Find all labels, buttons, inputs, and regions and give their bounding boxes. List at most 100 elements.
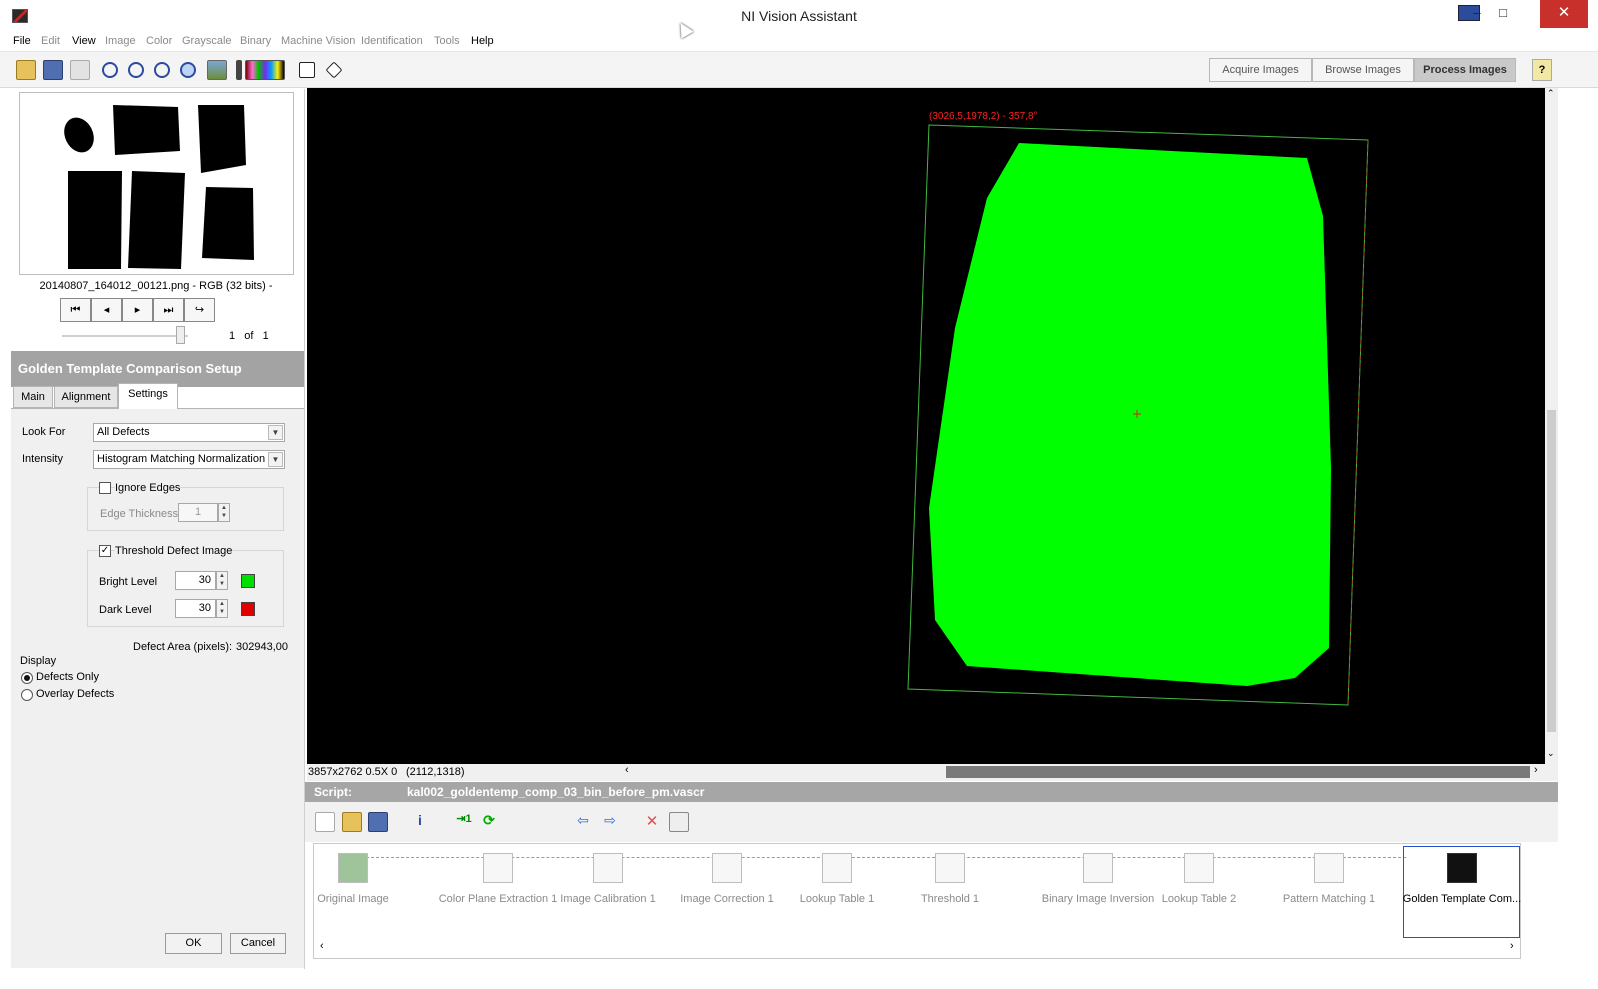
zoom-out-icon[interactable] bbox=[128, 62, 144, 78]
menu-edit[interactable]: Edit bbox=[41, 35, 60, 47]
forward-arrow-icon[interactable]: ⇨ bbox=[600, 812, 620, 832]
run-once-icon[interactable]: ⇥1 bbox=[451, 812, 477, 832]
image-canvas bbox=[907, 124, 1369, 706]
image-slider[interactable] bbox=[62, 335, 188, 337]
step-lookup-table-2[interactable]: Lookup Table 2 bbox=[1138, 853, 1260, 905]
previous-image-button[interactable]: ◂ bbox=[91, 298, 122, 322]
look-for-select[interactable]: All Defects ▼ bbox=[93, 423, 285, 442]
defects-only-radio[interactable] bbox=[21, 672, 33, 684]
menu-file[interactable]: File bbox=[13, 35, 31, 47]
ignore-edges-checkbox[interactable] bbox=[99, 482, 111, 494]
process-images-button[interactable]: Process Images bbox=[1414, 58, 1516, 82]
tab-alignment[interactable]: Alignment bbox=[54, 386, 118, 408]
report-icon[interactable] bbox=[669, 812, 689, 832]
new-script-icon[interactable] bbox=[315, 812, 335, 832]
dark-level-stepper[interactable]: ▲ ▼ bbox=[216, 599, 228, 618]
menu-machine-vision[interactable]: Machine Vision bbox=[281, 35, 355, 47]
menu-tools[interactable]: Tools bbox=[434, 35, 460, 47]
rectangle-roi-icon[interactable] bbox=[299, 62, 315, 78]
bright-level-stepper[interactable]: ▲ ▼ bbox=[216, 571, 228, 590]
send-image-button[interactable]: ↪ bbox=[184, 298, 215, 322]
step-label: Image Correction 1 bbox=[680, 893, 774, 905]
palette-arrows-icon[interactable] bbox=[236, 60, 242, 80]
steps-scroll-left-icon[interactable]: ‹ bbox=[320, 940, 324, 952]
step-golden-template[interactable]: Golden Template Com... bbox=[1401, 853, 1523, 905]
calibration-icon bbox=[593, 853, 623, 883]
save-script-icon[interactable] bbox=[368, 812, 388, 832]
open-image-icon[interactable] bbox=[16, 60, 36, 80]
zoom-1-1-icon[interactable] bbox=[154, 62, 170, 78]
page-of: of bbox=[244, 330, 254, 342]
step-image-calibration[interactable]: Image Calibration 1 bbox=[547, 853, 669, 905]
defect-blob bbox=[929, 143, 1331, 686]
menu-identification[interactable]: Identification bbox=[361, 35, 423, 47]
back-arrow-icon[interactable]: ⇦ bbox=[573, 812, 593, 832]
step-label: Golden Template Com... bbox=[1402, 893, 1522, 905]
save-image-icon[interactable] bbox=[43, 60, 63, 80]
golden-template-icon bbox=[1447, 853, 1477, 883]
ok-button[interactable]: OK bbox=[165, 933, 222, 954]
dark-level-input[interactable]: 30 bbox=[175, 599, 216, 618]
run-continuous-icon[interactable]: ⟳ bbox=[479, 812, 499, 832]
defect-area-value: 302943,00 bbox=[236, 641, 288, 653]
first-image-button[interactable]: ⏮ bbox=[60, 298, 91, 322]
zoom-in-icon[interactable] bbox=[102, 62, 118, 78]
help-icon[interactable]: ? bbox=[1532, 59, 1552, 81]
intensity-select[interactable]: Histogram Matching Normalization ▼ bbox=[93, 450, 285, 469]
info-icon[interactable]: i bbox=[410, 812, 430, 832]
open-script-icon[interactable] bbox=[342, 812, 362, 832]
pattern-matching-icon bbox=[1314, 853, 1344, 883]
dark-color-swatch[interactable] bbox=[241, 602, 255, 616]
print-icon[interactable] bbox=[70, 60, 90, 80]
edge-thickness-input[interactable]: 1 bbox=[178, 503, 218, 522]
scroll-left-icon[interactable]: ‹ bbox=[625, 764, 629, 776]
image-view-icon[interactable] bbox=[207, 60, 227, 80]
step-label: Lookup Table 2 bbox=[1161, 893, 1237, 905]
last-image-button[interactable]: ⏭ bbox=[153, 298, 184, 322]
zoom-fit-icon[interactable] bbox=[180, 62, 196, 78]
next-image-button[interactable]: ▸ bbox=[122, 298, 153, 322]
threshold-defect-checkbox[interactable]: ✓ bbox=[99, 545, 111, 557]
menu-binary[interactable]: Binary bbox=[240, 35, 271, 47]
maximize-button[interactable]: □ bbox=[1486, 0, 1520, 28]
step-image-correction[interactable]: Image Correction 1 bbox=[666, 853, 788, 905]
image-slider-thumb[interactable] bbox=[176, 326, 185, 344]
step-color-plane-extraction[interactable]: Color Plane Extraction 1 bbox=[437, 853, 559, 905]
tab-main[interactable]: Main bbox=[13, 386, 53, 408]
thumbnail-caption: 20140807_164012_00121.png - RGB (32 bits… bbox=[39, 280, 273, 292]
script-toolbar: i ⇥1 ⟳ ⇦ ⇨ ✕ bbox=[305, 802, 1558, 842]
page-current: 1 bbox=[229, 330, 236, 342]
delete-icon[interactable]: ✕ bbox=[642, 812, 662, 832]
menu-image[interactable]: Image bbox=[105, 35, 136, 47]
acquire-images-button[interactable]: Acquire Images bbox=[1209, 58, 1312, 82]
menu-color[interactable]: Color bbox=[146, 35, 172, 47]
step-original-image[interactable]: Original Image bbox=[292, 853, 414, 905]
image-thumbnail[interactable] bbox=[19, 92, 294, 275]
step-lookup-table-1[interactable]: Lookup Table 1 bbox=[776, 853, 898, 905]
steps-scroll-right-icon[interactable]: › bbox=[1510, 940, 1514, 952]
lookup-table-icon bbox=[1184, 853, 1214, 883]
menu-help[interactable]: Help bbox=[471, 35, 494, 47]
scroll-right-icon[interactable]: › bbox=[1534, 764, 1538, 776]
tab-settings[interactable]: Settings bbox=[118, 383, 178, 409]
overlay-defects-radio[interactable] bbox=[21, 689, 33, 701]
bright-color-swatch[interactable] bbox=[241, 574, 255, 588]
horizontal-scroll-thumb[interactable] bbox=[946, 766, 1530, 778]
scroll-up-icon[interactable]: ⌃ bbox=[1547, 88, 1555, 99]
bright-level-input[interactable]: 30 bbox=[175, 571, 216, 590]
display-label: Display bbox=[20, 655, 57, 667]
menu-view[interactable]: View bbox=[72, 35, 96, 47]
image-display[interactable]: (3026,5,1978,2) - 357,8° bbox=[307, 88, 1545, 764]
step-label: Pattern Matching 1 bbox=[1282, 893, 1376, 905]
color-palette-icon[interactable] bbox=[245, 60, 285, 80]
step-pattern-matching[interactable]: Pattern Matching 1 bbox=[1268, 853, 1390, 905]
cancel-button[interactable]: Cancel bbox=[230, 933, 286, 954]
menu-grayscale[interactable]: Grayscale bbox=[182, 35, 232, 47]
browse-images-button[interactable]: Browse Images bbox=[1312, 58, 1414, 82]
vertical-scroll-thumb[interactable] bbox=[1547, 410, 1556, 732]
scroll-down-icon[interactable]: ⌄ bbox=[1547, 748, 1555, 759]
close-button[interactable]: ✕ bbox=[1540, 0, 1588, 28]
rotated-rectangle-icon[interactable] bbox=[325, 61, 343, 79]
step-threshold[interactable]: Threshold 1 bbox=[889, 853, 1011, 905]
edge-thickness-stepper[interactable]: ▲ ▼ bbox=[218, 503, 230, 522]
